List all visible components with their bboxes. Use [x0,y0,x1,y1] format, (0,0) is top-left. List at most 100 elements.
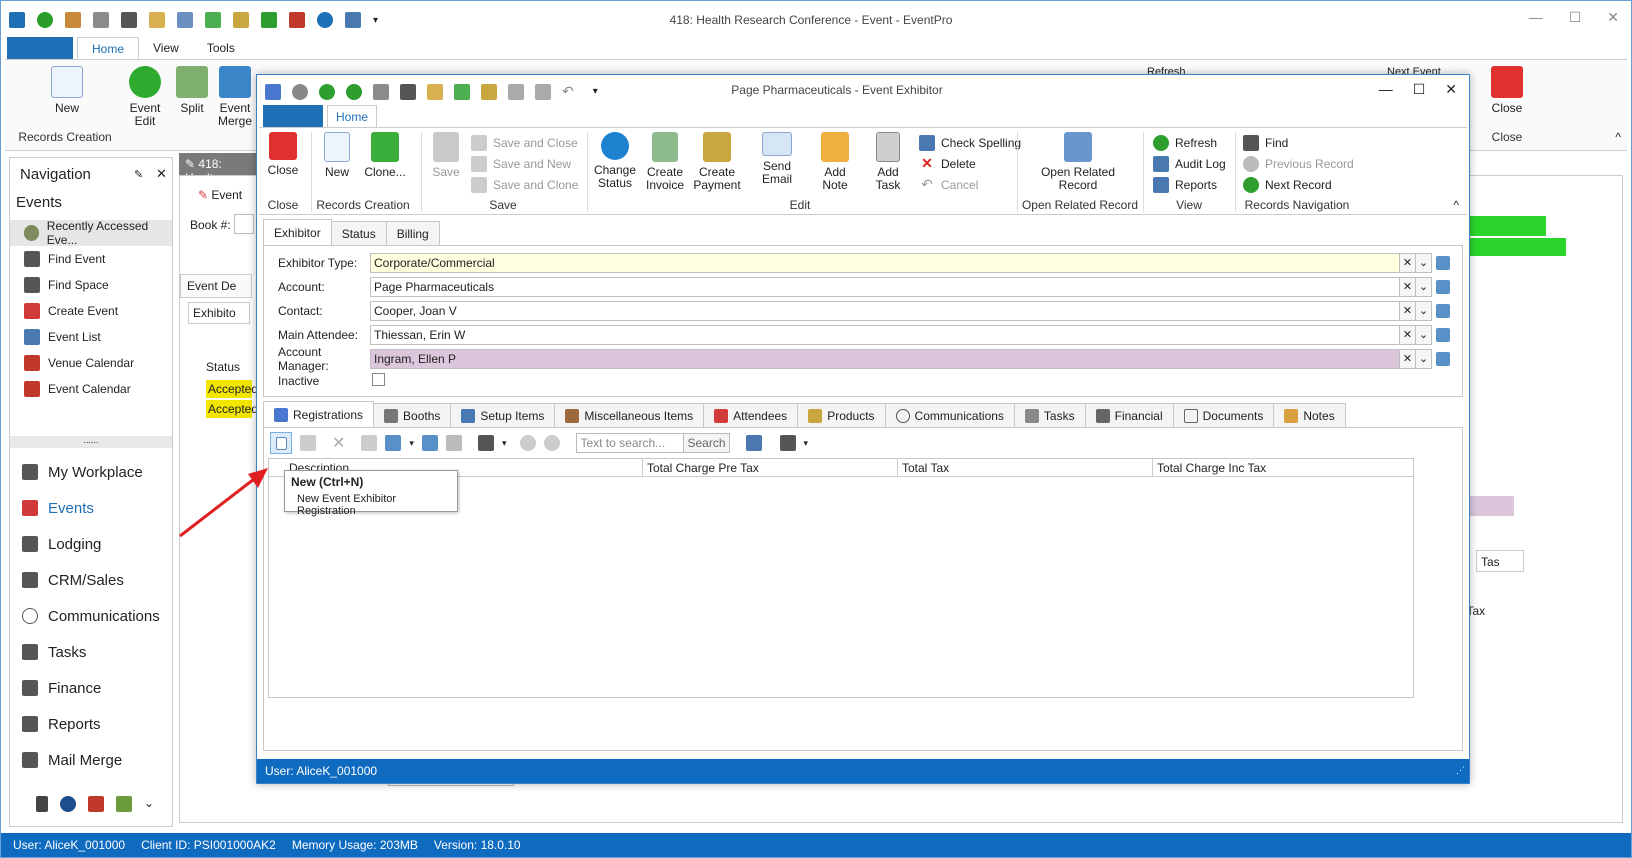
customize-toolbar-icon[interactable]: ▾ [373,15,378,26]
row-accepted-2[interactable]: Accepted [206,400,258,418]
module-events[interactable]: Events [10,490,172,526]
clipboard-icon[interactable] [373,83,389,100]
notepad-icon[interactable] [149,12,165,28]
save-and-close-button[interactable]: Save and Close [471,132,578,153]
nav-find-event[interactable]: Find Event [10,246,172,272]
search-input[interactable]: Text to search... [576,433,685,453]
clear-icon[interactable]: ✕ [1400,349,1416,369]
add-task-button[interactable]: Add Task [865,132,911,192]
export-icon[interactable] [421,435,438,451]
row-accepted-1[interactable]: Accepted [206,380,258,398]
open-record-icon[interactable] [1434,349,1452,369]
close-icon[interactable]: ✕ [1607,9,1619,26]
close-icon[interactable]: ✕ [1445,81,1457,98]
resize-grip-icon[interactable]: ⋰ [1456,765,1465,776]
clone-icon[interactable] [300,435,316,451]
open-record-icon[interactable] [1434,325,1452,345]
coins-icon[interactable] [233,12,249,28]
module-lodging[interactable]: Lodging [10,526,172,562]
coins-icon[interactable] [481,83,497,100]
tasks-tab-partial[interactable]: Tas [1476,550,1524,572]
split-button[interactable]: Split [175,66,209,115]
save-disk-icon[interactable] [779,435,796,451]
money-icon[interactable] [205,12,221,28]
new-button[interactable]: New [45,66,89,115]
create-invoice-button[interactable]: Create Invoice [643,132,687,192]
user-icon[interactable] [65,12,81,28]
nav-recently-accessed[interactable]: Recently Accessed Eve... [10,219,172,247]
chevron-down-icon[interactable]: ⌄ [1416,301,1432,321]
delete-x-icon[interactable]: ✕ [332,433,345,453]
send-email-button[interactable]: Send Email [749,132,805,186]
module-finance[interactable]: Finance [10,670,172,706]
inactive-checkbox[interactable] [372,373,385,386]
open-record-icon[interactable] [1434,253,1452,273]
nav-event-list[interactable]: Event List [10,324,172,350]
next-green-icon[interactable] [319,83,335,100]
maximize-icon[interactable]: ☐ [1413,81,1426,98]
audit-log-button[interactable]: Audit Log [1153,153,1226,174]
down-icon[interactable] [544,435,561,451]
dialog-clone-button[interactable]: Clone... [363,132,407,179]
money-icon[interactable] [454,83,470,100]
dialog-close-button[interactable]: Close [263,132,303,177]
open-record-icon[interactable] [1434,277,1452,297]
tab-status[interactable]: Status [330,221,387,245]
chevron-down-icon[interactable]: ▾ [502,438,507,449]
tab-view[interactable]: View [139,37,193,59]
tab-setup-items[interactable]: Setup Items [450,403,556,427]
reports-button[interactable]: Reports [1153,174,1226,195]
customize-toolbar-icon[interactable]: ▾ [593,86,598,97]
open-record-icon[interactable] [1434,301,1452,321]
check-spelling-button[interactable]: Check Spelling [919,132,1021,153]
account-manager-field[interactable]: Ingram, Ellen P [370,349,1400,369]
exhibitor-icon[interactable] [265,83,281,100]
close-navigation-icon[interactable]: ✕ [156,166,167,182]
up-icon[interactable] [292,83,308,100]
minimize-icon[interactable]: — [1379,81,1393,98]
refresh-icon[interactable] [346,83,362,100]
dialog-app-button[interactable] [263,105,323,127]
contact-field[interactable]: Cooper, Joan V [370,301,1400,321]
chevron-down-icon[interactable]: ⌄ [1416,253,1432,273]
change-status-button[interactable]: Change Status [593,132,637,190]
new-registration-button[interactable] [270,432,292,454]
sort-icon[interactable] [36,796,48,812]
nav-create-event[interactable]: Create Event [10,298,172,324]
tab-financial[interactable]: Financial [1084,403,1174,427]
next-record-button[interactable]: Next Record [1243,174,1354,195]
save-all-icon[interactable] [535,83,551,100]
line-chart-icon[interactable] [116,796,132,812]
splitter[interactable]: ...... [10,436,172,448]
chevron-down-icon[interactable]: ▾ [409,438,414,449]
col-total-charge-inc-tax[interactable]: Total Charge Inc Tax [1153,459,1413,476]
info-icon[interactable] [317,12,333,28]
clear-icon[interactable]: ✕ [1400,277,1416,297]
main-attendee-field[interactable]: Thiessan, Erin W [370,325,1400,345]
doc-tab[interactable]: ✎ 418: Healt [179,153,259,185]
module-crm-sales[interactable]: CRM/Sales [10,562,172,598]
pin-icon[interactable]: ✎ [134,168,143,181]
tab-registrations[interactable]: Registrations [263,401,375,427]
calendar-icon[interactable] [289,12,305,28]
filter-icon[interactable] [477,435,494,451]
undo-icon[interactable]: ↶ [562,83,574,100]
up-icon[interactable] [520,435,537,451]
create-payment-button[interactable]: Create Payment [691,132,743,192]
binoculars-icon[interactable] [121,12,137,28]
find-icon[interactable] [745,435,762,451]
open-related-record-button[interactable]: Open Related Record [1033,132,1123,192]
tab-products[interactable]: Products [797,403,886,427]
app-menu-button[interactable] [7,37,73,59]
chevron-down-icon[interactable]: ⌄ [1416,277,1432,297]
exhibitors-tab[interactable]: Exhibito [188,302,250,324]
refresh-icon[interactable] [37,12,53,28]
module-my-workplace[interactable]: My Workplace [10,454,172,490]
save-icon[interactable] [508,83,524,100]
chevron-down-icon[interactable]: ⌄ [1416,325,1432,345]
tab-miscellaneous-items[interactable]: Miscellaneous Items [554,403,705,427]
tab-booths[interactable]: Booths [373,403,452,427]
clear-icon[interactable]: ✕ [1400,301,1416,321]
exhibitor-type-field[interactable]: Corporate/Commercial [370,253,1400,273]
close-main-button[interactable]: Close [1485,66,1529,115]
